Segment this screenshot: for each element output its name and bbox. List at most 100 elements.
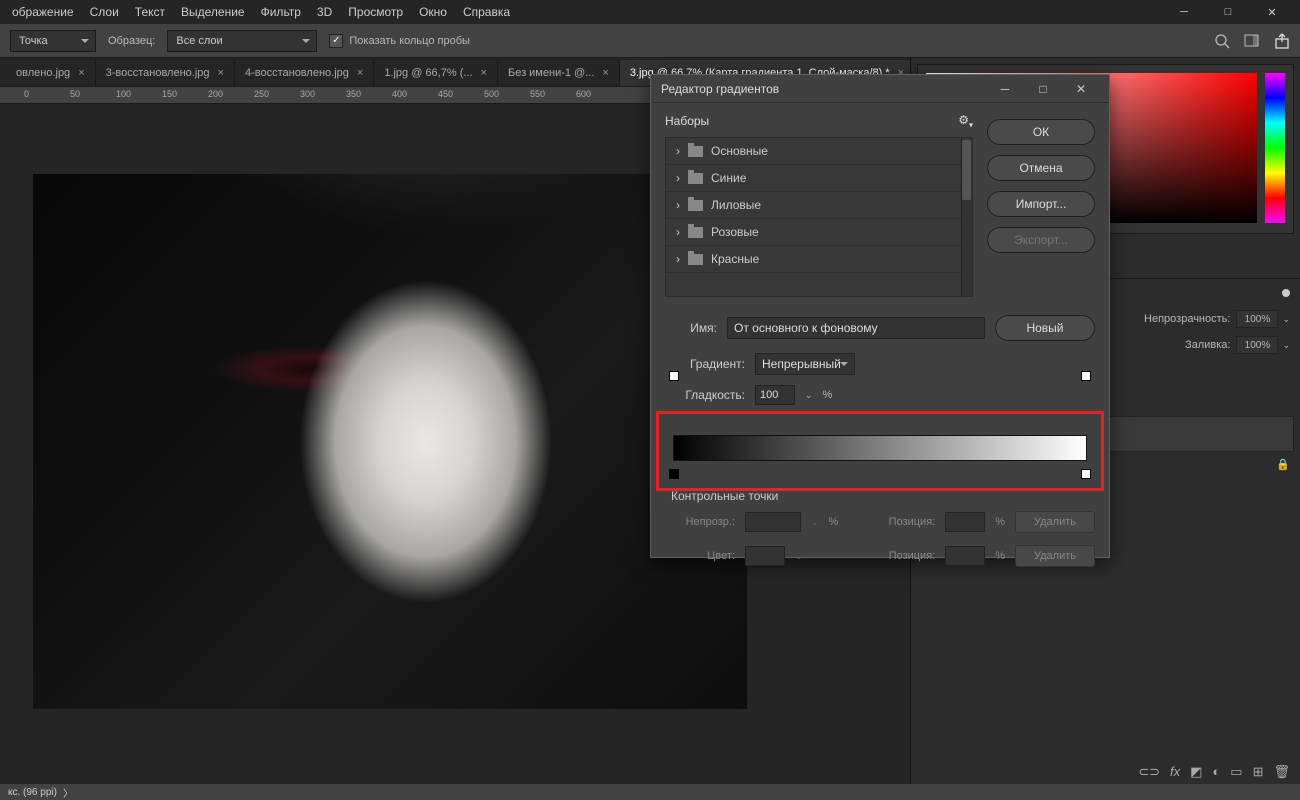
close-icon[interactable]: × <box>78 67 84 79</box>
search-icon[interactable] <box>1214 33 1230 49</box>
fx-icon[interactable]: fx <box>1170 764 1180 780</box>
opacity-stop-input[interactable] <box>745 512 801 532</box>
close-icon[interactable]: × <box>218 67 224 79</box>
tab-3[interactable]: 1.jpg @ 66,7% (...× <box>374 60 498 86</box>
presets-list[interactable]: ›Основные ›Синие ›Лиловые ›Розовые ›Крас… <box>665 137 973 297</box>
dialog-minimize-button[interactable]: ─ <box>987 78 1023 100</box>
menu-view[interactable]: Просмотр <box>340 1 411 23</box>
status-bar: кс. (96 ppi)〉 <box>0 784 1300 800</box>
new-button[interactable]: Новый <box>995 315 1095 341</box>
chevron-down-icon[interactable]: ⌄ <box>795 551 803 562</box>
color-stop-label: Цвет: <box>665 550 735 562</box>
cancel-button[interactable]: Отмена <box>987 155 1095 181</box>
window-close-button[interactable]: ✕ <box>1256 2 1288 22</box>
menubar: ображение Слои Текст Выделение Фильтр 3D… <box>0 0 1300 24</box>
position-input[interactable] <box>945 546 985 566</box>
menu-text[interactable]: Текст <box>127 1 173 23</box>
menu-3d[interactable]: 3D <box>309 1 340 23</box>
opacity-label: Непрозрачность: <box>1144 313 1230 325</box>
chevron-down-icon[interactable]: ⌄ <box>811 517 819 528</box>
folder-icon <box>688 146 703 157</box>
preset-folder[interactable]: ›Лиловые <box>666 192 972 219</box>
link-icon[interactable]: ⊂⊃ <box>1138 764 1160 780</box>
percent-label: % <box>823 389 833 401</box>
menu-layers[interactable]: Слои <box>82 1 127 23</box>
window-minimize-button[interactable]: ─ <box>1168 2 1200 22</box>
layers-footer: ⊂⊃ fx ◩ ◐ ▭ ⊞ 🗑 <box>1138 764 1290 780</box>
chevron-right-icon: › <box>676 171 680 185</box>
lock-icon[interactable]: 🔒 <box>1276 458 1290 471</box>
chevron-down-icon[interactable]: ⌄ <box>1282 314 1290 325</box>
dialog-close-button[interactable]: ✕ <box>1063 78 1099 100</box>
preset-folder[interactable]: ›Розовые <box>666 219 972 246</box>
opacity-stop-right[interactable] <box>1081 371 1091 381</box>
preset-folder[interactable]: ›Красные <box>666 246 972 273</box>
delete-stop-button[interactable]: Удалить <box>1015 511 1095 533</box>
gear-icon[interactable]: ⚙︎▾ <box>958 113 973 129</box>
sample-layers-dropdown[interactable]: Все слои <box>167 30 317 52</box>
percent-label: % <box>829 516 839 528</box>
control-points-label: Контрольные точки <box>671 489 1095 503</box>
opacity-stop-label: Непрозр.: <box>665 516 735 528</box>
folder-icon <box>688 227 703 238</box>
window-restore-button[interactable]: □ <box>1212 2 1244 22</box>
options-bar: Точка Образец: Все слои ✓ Показать кольц… <box>0 24 1300 58</box>
tab-1[interactable]: 3-восстановлено.jpg× <box>96 60 235 86</box>
preset-folder[interactable]: ›Синие <box>666 165 972 192</box>
opacity-stop-left[interactable] <box>669 371 679 381</box>
new-layer-icon[interactable]: ⊞ <box>1253 764 1264 780</box>
show-sampling-ring-checkbox[interactable]: ✓ Показать кольцо пробы <box>329 34 470 48</box>
share-icon[interactable] <box>1274 33 1290 49</box>
mask-icon[interactable]: ◩ <box>1190 764 1202 780</box>
close-icon[interactable]: × <box>357 67 363 79</box>
position-input[interactable] <box>945 512 985 532</box>
gradient-bar[interactable] <box>673 435 1087 461</box>
dialog-title: Редактор градиентов <box>661 82 779 96</box>
gradient-type-label: Градиент: <box>685 357 745 371</box>
adjustment-layer-icon[interactable]: ◐ <box>1212 764 1220 780</box>
smoothness-input[interactable]: 100 <box>755 385 795 405</box>
percent-label: % <box>995 516 1005 528</box>
gradient-ramp[interactable] <box>665 417 1095 479</box>
color-stop-right[interactable] <box>1081 469 1091 479</box>
position-label: Позиция: <box>865 550 935 562</box>
trash-icon[interactable]: 🗑 <box>1273 764 1290 780</box>
export-button[interactable]: Экспорт... <box>987 227 1095 253</box>
position-label: Позиция: <box>865 516 935 528</box>
delete-stop-button[interactable]: Удалить <box>1015 545 1095 567</box>
hue-slider[interactable] <box>1265 73 1285 223</box>
import-button[interactable]: Импорт... <box>987 191 1095 217</box>
menu-help[interactable]: Справка <box>455 1 518 23</box>
opacity-value[interactable]: 100% <box>1236 310 1278 328</box>
ok-button[interactable]: ОК <box>987 119 1095 145</box>
close-icon[interactable]: × <box>602 67 608 79</box>
fill-value[interactable]: 100% <box>1236 336 1278 354</box>
smoothness-label: Гладкость: <box>685 388 745 402</box>
menu-image[interactable]: ображение <box>4 1 82 23</box>
filter-dot-icon[interactable] <box>1282 289 1290 297</box>
chevron-down-icon[interactable]: ⌄ <box>805 390 813 401</box>
tab-2[interactable]: 4-восстановлено.jpg× <box>235 60 374 86</box>
folder-icon <box>688 200 703 211</box>
tab-4[interactable]: Без имени-1 @...× <box>498 60 620 86</box>
chevron-right-icon: › <box>676 144 680 158</box>
close-icon[interactable]: × <box>481 67 487 79</box>
chevron-right-icon: › <box>676 225 680 239</box>
menu-window[interactable]: Окно <box>411 1 455 23</box>
color-stop-left[interactable] <box>669 469 679 479</box>
tab-0[interactable]: овлено.jpg× <box>6 60 96 86</box>
fill-label: Заливка: <box>1185 339 1230 351</box>
menu-filter[interactable]: Фильтр <box>253 1 309 23</box>
workspace-icon[interactable] <box>1244 33 1260 49</box>
gradient-type-dropdown[interactable]: Непрерывный <box>755 353 855 375</box>
sample-size-dropdown[interactable]: Точка <box>10 30 96 52</box>
scrollbar[interactable] <box>961 138 972 296</box>
color-swatch[interactable] <box>745 546 785 566</box>
group-icon[interactable]: ▭ <box>1230 764 1242 780</box>
menu-select[interactable]: Выделение <box>173 1 253 23</box>
chevron-down-icon[interactable]: ⌄ <box>1282 340 1290 351</box>
preset-folder[interactable]: ›Основные <box>666 138 972 165</box>
gradient-name-input[interactable]: От основного к фоновому <box>727 317 985 339</box>
dialog-maximize-button[interactable]: □ <box>1025 78 1061 100</box>
presets-label: Наборы <box>665 114 709 128</box>
